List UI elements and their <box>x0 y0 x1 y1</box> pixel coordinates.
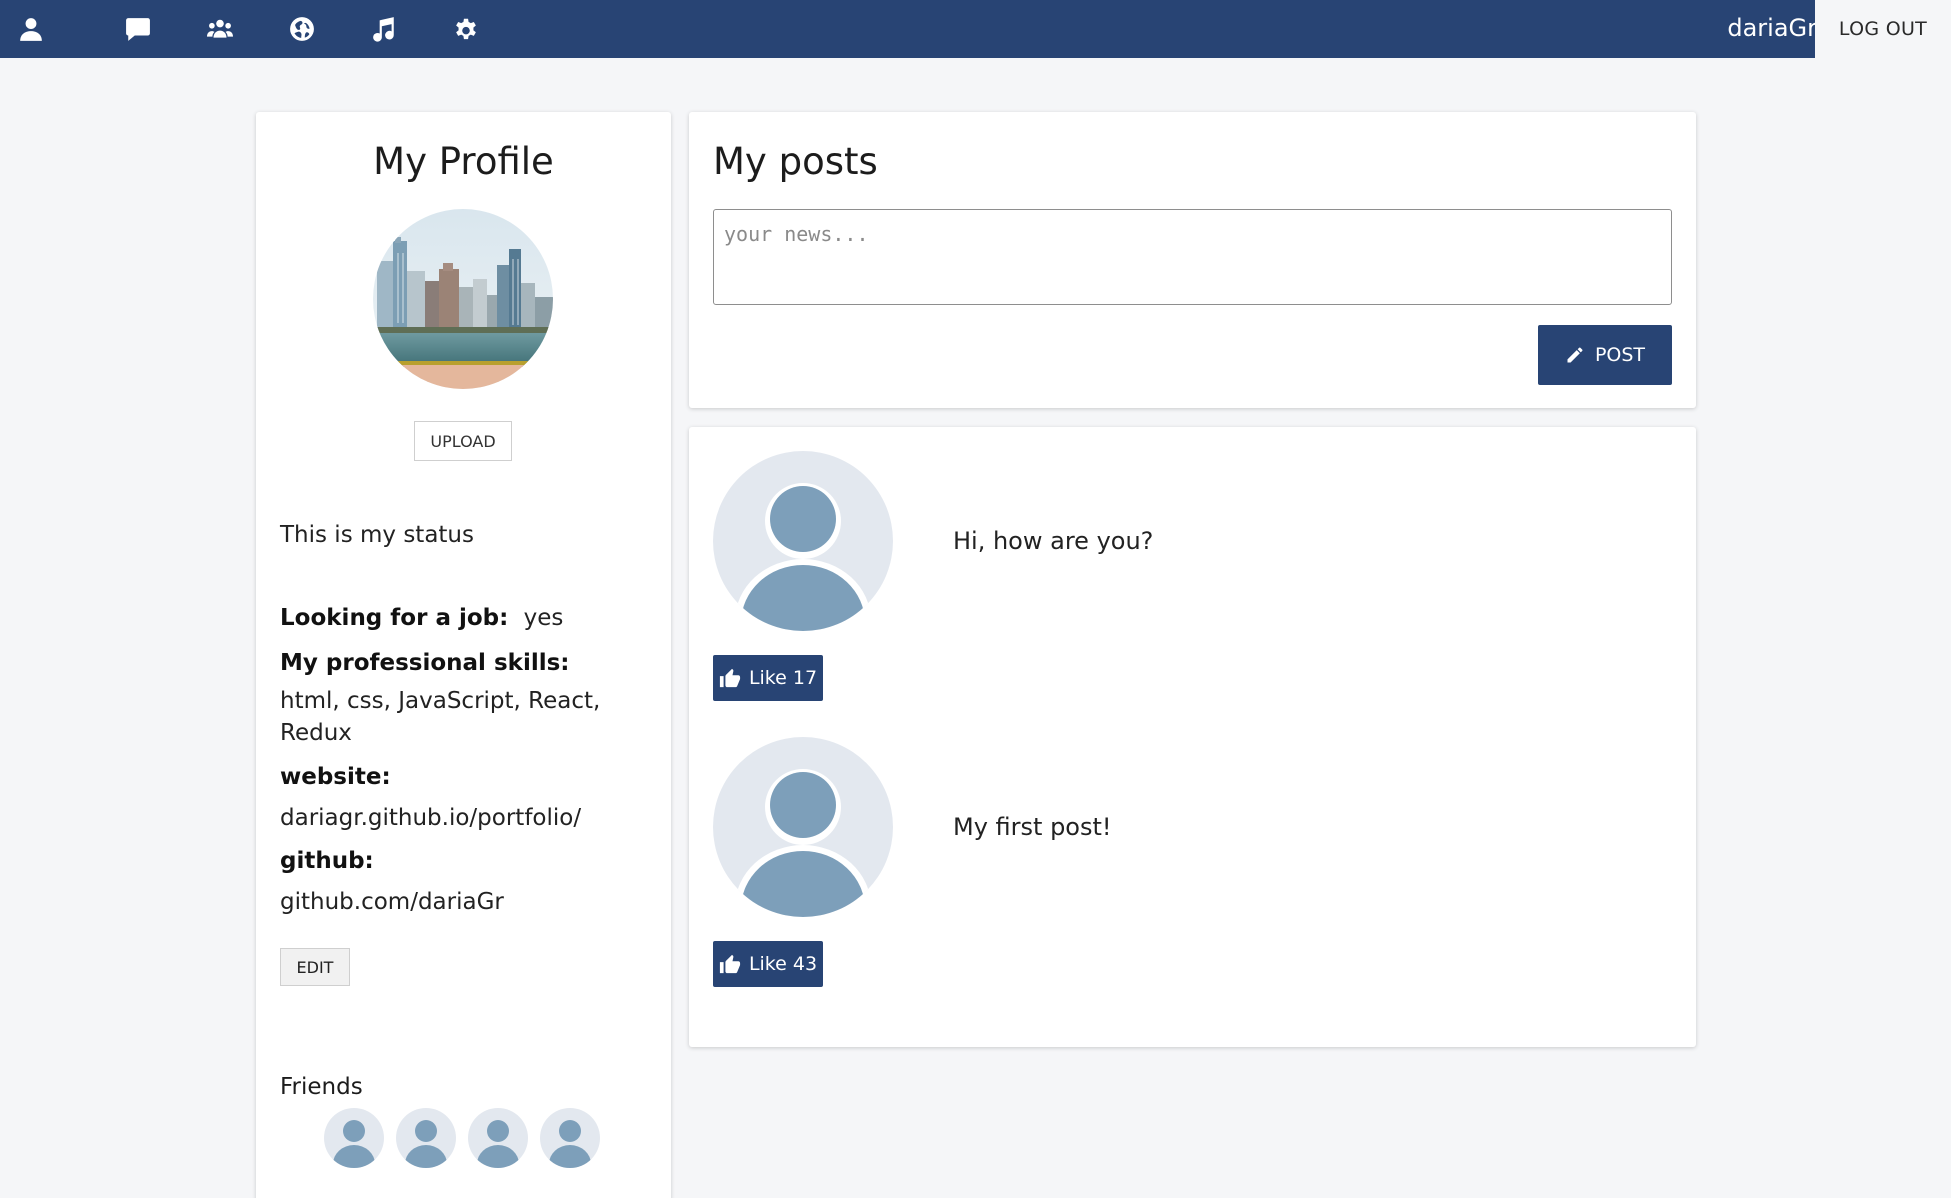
post-button-label: POST <box>1594 344 1646 366</box>
website-link[interactable]: dariagr.github.io/portfolio/ <box>280 802 581 834</box>
pencil-icon <box>1567 347 1583 363</box>
edit-profile-button[interactable]: EDIT <box>280 948 350 986</box>
post-author-avatar <box>713 451 893 631</box>
github-link[interactable]: github.com/dariaGr <box>280 886 504 918</box>
post-text: Hi, how are you? <box>953 527 1154 555</box>
like-count: Like 17 <box>748 667 818 689</box>
post-item: Hi, how are you? Like 17 <box>713 451 1672 711</box>
friend-avatar[interactable] <box>324 1108 384 1168</box>
profile-icon[interactable] <box>18 0 56 58</box>
posts-list: Hi, how are you? Like 17 My first post! … <box>689 427 1696 1047</box>
top-navbar: dariaGr LOG OUT <box>0 0 1951 58</box>
job-value: yes <box>523 605 564 631</box>
like-count: Like 43 <box>748 953 818 975</box>
profile-status[interactable]: This is my status <box>280 522 474 548</box>
post-author-avatar <box>713 737 893 917</box>
friend-avatar[interactable] <box>540 1108 600 1168</box>
skills-label: My professional skills: <box>280 650 570 676</box>
friends-title: Friends <box>280 1074 363 1100</box>
posts-title: My posts <box>713 140 878 183</box>
post-item: My first post! Like 43 <box>713 737 1672 997</box>
upload-photo-button[interactable]: UPLOAD <box>414 421 512 461</box>
post-button[interactable]: POST <box>1538 325 1672 385</box>
messages-icon[interactable] <box>98 0 178 58</box>
users-icon[interactable] <box>180 0 260 58</box>
profile-card: My Profile UPLOAD This is my status Look… <box>256 112 671 1198</box>
profile-title: My Profile <box>373 140 554 183</box>
logout-button[interactable]: LOG OUT <box>1815 0 1951 58</box>
like-button[interactable]: Like 17 <box>713 655 823 701</box>
profile-photo <box>373 209 553 389</box>
website-label: website: <box>280 764 391 790</box>
friends-list <box>324 1108 600 1168</box>
new-post-card: My posts POST <box>689 112 1696 408</box>
thumbs-up-icon <box>719 954 741 974</box>
skills-value: html, css, JavaScript, React, Redux <box>280 688 601 746</box>
settings-gear-icon[interactable] <box>426 0 506 58</box>
news-globe-icon[interactable] <box>262 0 342 58</box>
main-nav <box>0 0 508 58</box>
job-search-row: Looking for a job: yes <box>280 602 563 634</box>
job-label: Looking for a job: <box>280 605 509 631</box>
music-icon[interactable] <box>344 0 424 58</box>
thumbs-up-icon <box>719 668 741 688</box>
current-username: dariaGr <box>1727 14 1817 42</box>
news-textarea[interactable] <box>713 209 1672 305</box>
github-label: github: <box>280 848 374 874</box>
post-text: My first post! <box>953 813 1112 841</box>
friend-avatar[interactable] <box>468 1108 528 1168</box>
friend-avatar[interactable] <box>396 1108 456 1168</box>
like-button[interactable]: Like 43 <box>713 941 823 987</box>
